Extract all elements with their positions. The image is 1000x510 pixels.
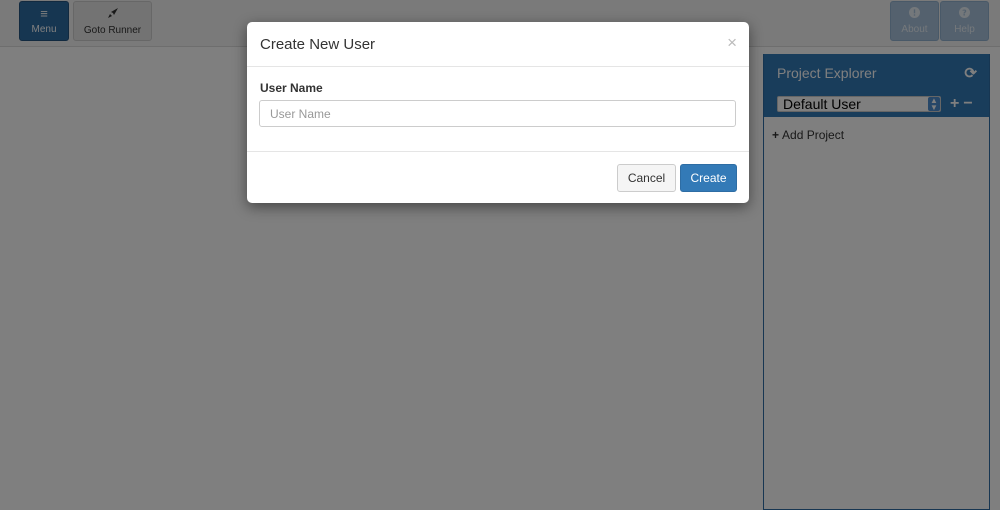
dialog-body: User Name <box>247 67 749 152</box>
user-name-label: User Name <box>260 81 323 95</box>
create-user-dialog: Create New User × User Name Cancel Creat… <box>247 22 749 203</box>
create-button[interactable]: Create <box>680 164 737 192</box>
dialog-title: Create New User <box>260 36 376 53</box>
dialog-footer: Cancel Create <box>247 152 749 204</box>
user-name-input[interactable] <box>259 100 736 127</box>
dialog-header: Create New User × <box>247 22 749 67</box>
close-icon[interactable]: × <box>727 33 737 53</box>
cancel-button[interactable]: Cancel <box>617 164 676 192</box>
